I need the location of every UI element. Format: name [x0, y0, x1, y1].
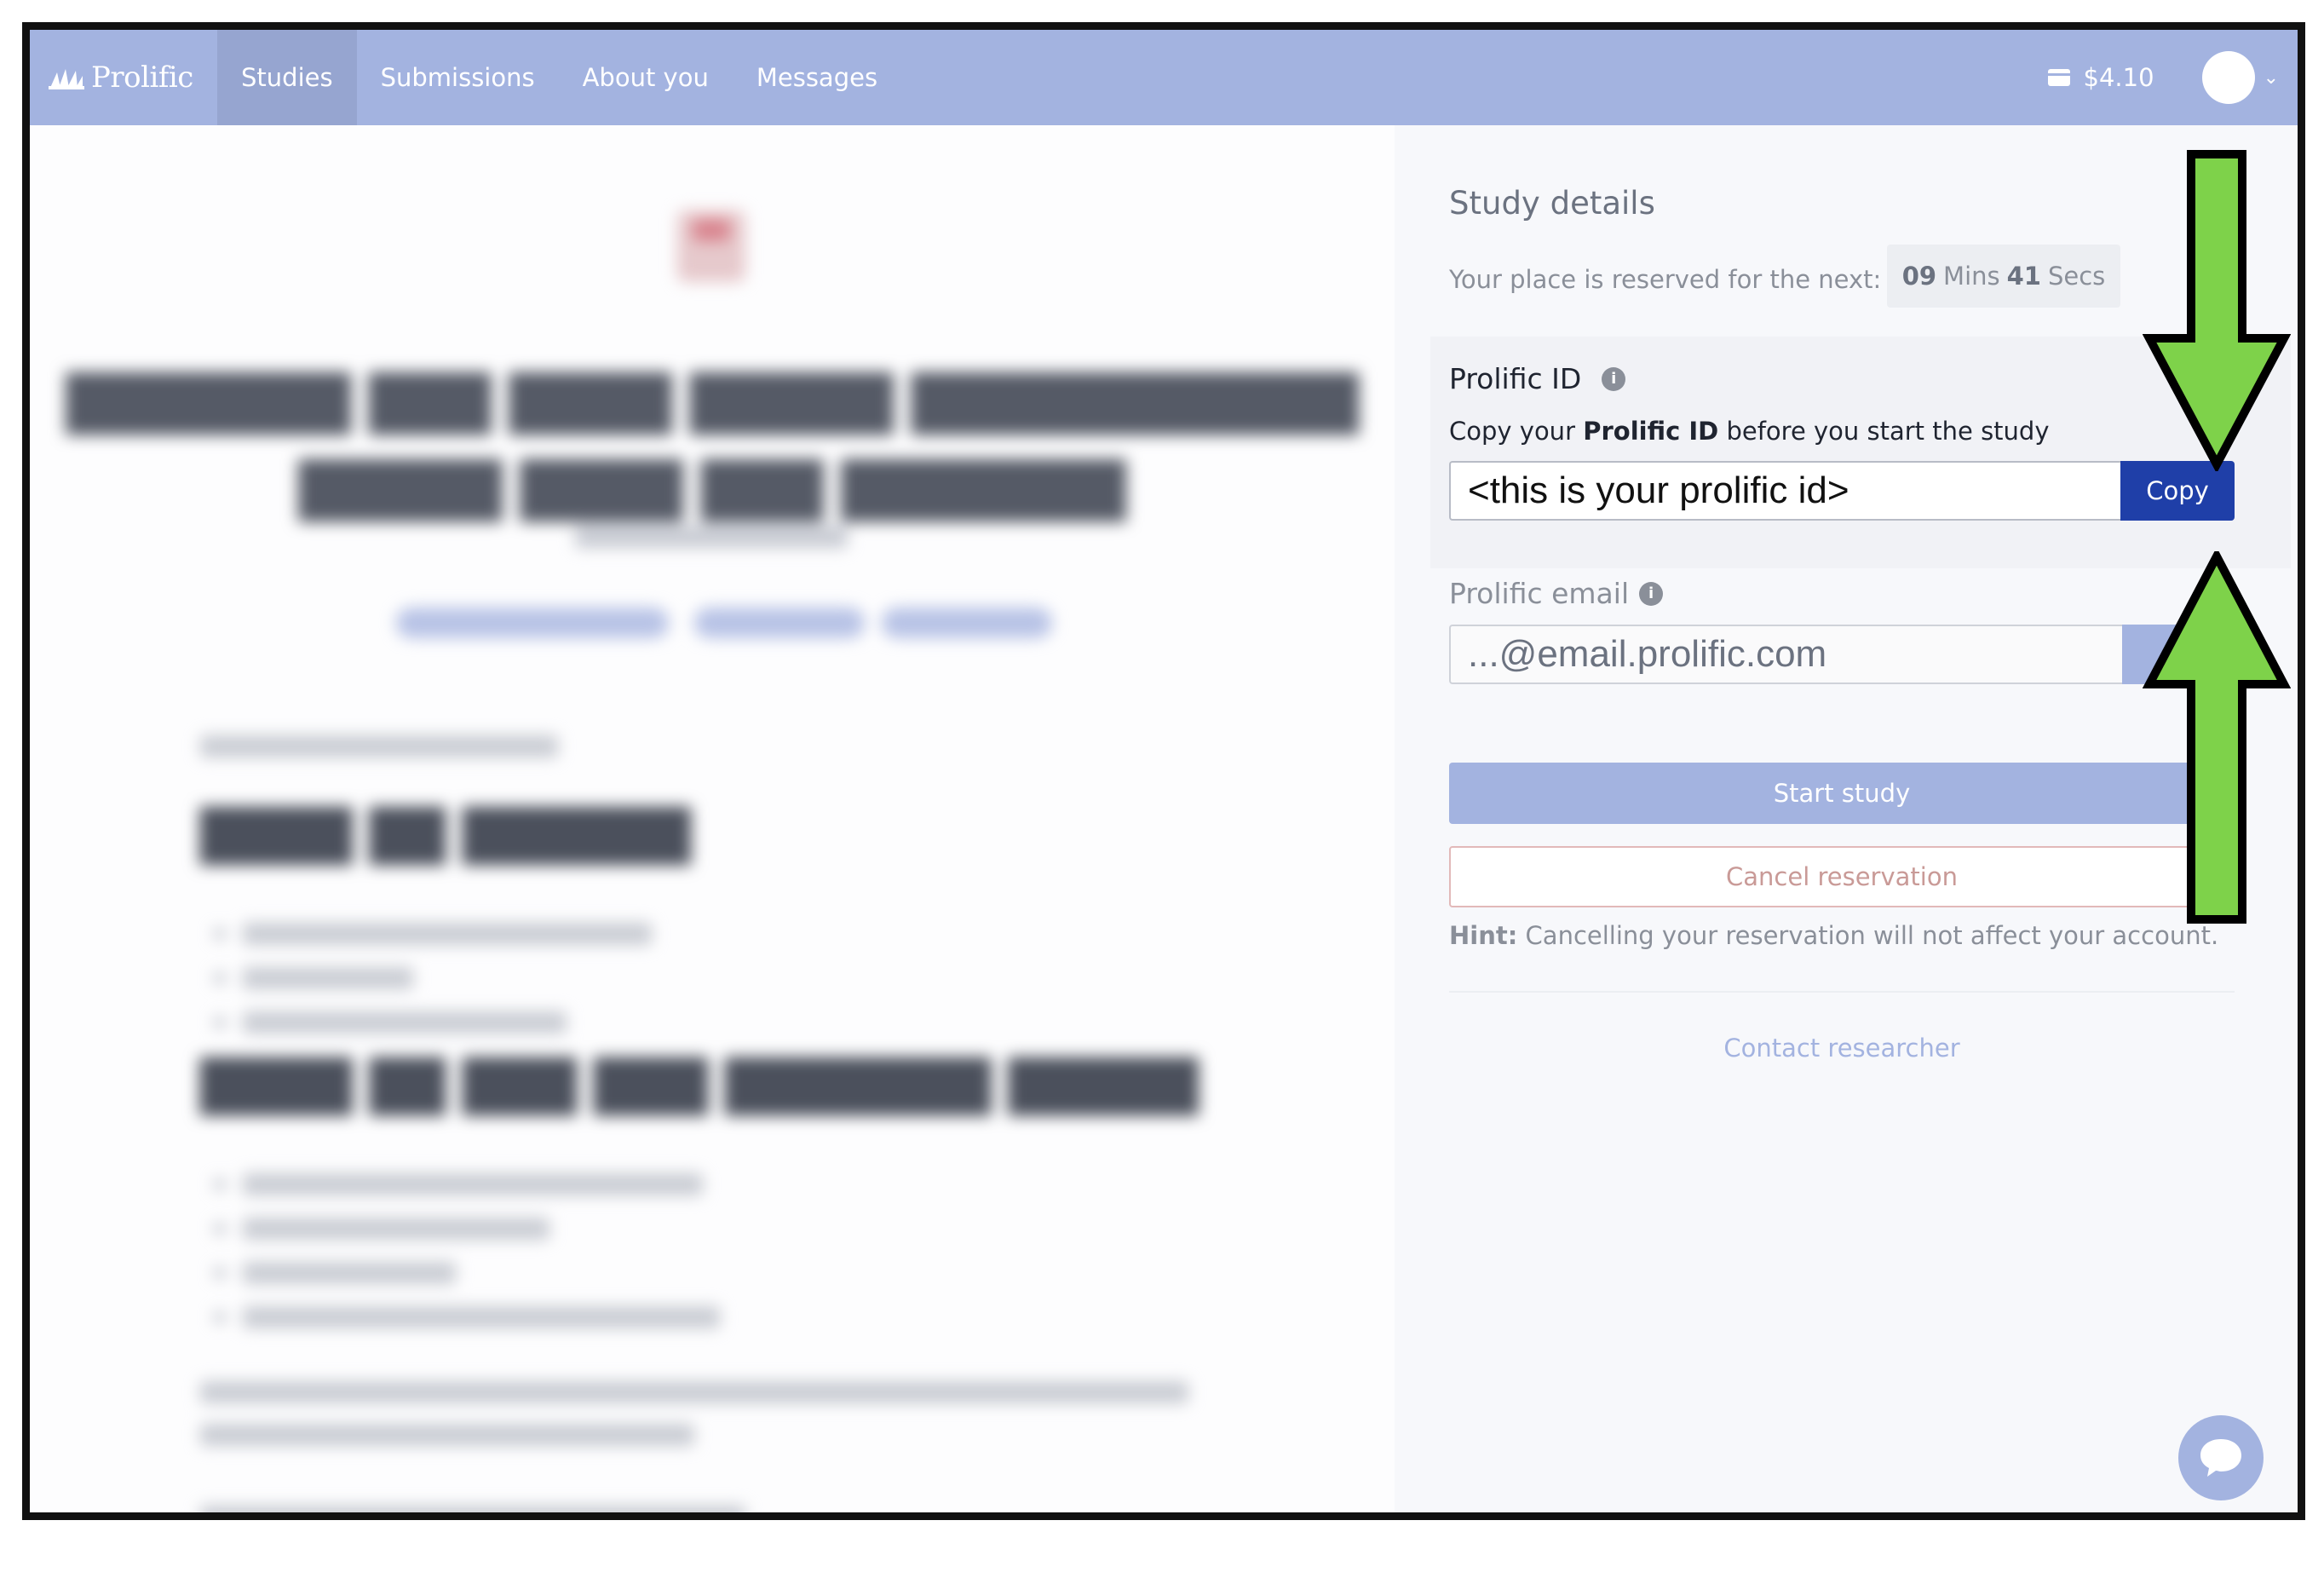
balance-amount: $4.10 — [2083, 63, 2154, 92]
chevron-down-icon[interactable]: ⌄ — [2264, 67, 2279, 89]
blurred-bullet — [214, 1267, 226, 1279]
prolific-id-label-text: Prolific ID — [1449, 362, 1582, 395]
nav-tab-submissions[interactable]: Submissions — [357, 30, 559, 125]
prolific-logo-icon — [49, 69, 84, 89]
blurred-line — [243, 923, 652, 945]
info-icon[interactable]: i — [1639, 581, 1664, 606]
brand-name: Prolific — [91, 60, 193, 95]
timer-seconds: 41 — [2006, 262, 2041, 291]
prolific-id-instructions: Copy your Prolific ID before you start t… — [1449, 417, 2050, 446]
hint-text: Cancelling your reservation will not aff… — [1525, 921, 2219, 950]
blurred-line — [243, 1262, 456, 1284]
blurred-line — [243, 1011, 567, 1034]
hint-label: Hint: — [1449, 921, 1518, 950]
blurred-line — [200, 1424, 694, 1446]
timer-seconds-unit: Secs — [2047, 262, 2106, 291]
wallet-icon — [2047, 69, 2070, 86]
blurred-line — [200, 1381, 1188, 1403]
blurred-bullet — [214, 972, 226, 984]
user-avatar[interactable] — [2201, 51, 2255, 104]
blurred-line — [243, 967, 413, 989]
blurred-line — [200, 1506, 745, 1512]
blurred-tag — [396, 608, 669, 638]
cancel-reservation-button[interactable]: Cancel reservation — [1449, 846, 2235, 907]
blurred-subtitle — [575, 526, 848, 548]
blurred-bullet — [214, 1016, 226, 1028]
prolific-email-field[interactable]: ...@email.prolific.com — [1449, 625, 2122, 684]
blurred-line — [243, 1218, 549, 1240]
copy-bold: Prolific ID — [1583, 417, 1719, 446]
reservation-timer: 09 Mins 41 Secs — [1887, 245, 2120, 308]
divider — [1449, 991, 2235, 993]
blurred-tag — [882, 608, 1052, 638]
start-study-button[interactable]: Start study — [1449, 763, 2235, 824]
blurred-bullet — [214, 1178, 226, 1190]
copy-prefix: Copy your — [1449, 417, 1575, 446]
blurred-line — [243, 1306, 720, 1328]
blurred-title-line: ███████ ███ ████ █████ ███████████ — [66, 372, 1359, 435]
blurred-heading: ████ ██ ███ ███ ███████ █████ — [200, 1057, 1199, 1115]
chat-button[interactable] — [2178, 1415, 2264, 1500]
nav-tab-studies[interactable]: Studies — [217, 30, 357, 125]
nav-right: $4.10 ⌄ — [2047, 30, 2298, 125]
top-nav: Prolific Studies Submissions About you M… — [30, 30, 2298, 125]
blurred-bullet — [214, 1311, 226, 1323]
timer-minutes-unit: Mins — [1943, 262, 2000, 291]
balance-display[interactable]: $4.10 — [2047, 63, 2154, 92]
screenshot-frame: Prolific Studies Submissions About you M… — [22, 22, 2305, 1520]
contact-researcher-link[interactable]: Contact researcher — [1449, 1034, 2235, 1063]
arrow-down-annotation — [2143, 150, 2291, 471]
blurred-heading: ████ ██ ██████ — [200, 807, 691, 865]
study-logo — [677, 210, 745, 282]
prolific-id-label: Prolific ID i — [1449, 362, 1626, 395]
cancel-hint: Hint: Cancelling your reservation will n… — [1449, 921, 2218, 950]
nav-tab-about-you[interactable]: About you — [559, 30, 733, 125]
brand-logo[interactable]: Prolific — [30, 30, 217, 125]
blurred-title-line: █████ ████ ███ ███████ — [298, 459, 1126, 521]
timer-minutes: 09 — [1901, 262, 1937, 291]
prolific-id-field[interactable]: <this is your prolific id> — [1449, 461, 2120, 521]
study-description-blurred: ███████ ███ ████ █████ ███████████ █████… — [30, 125, 1395, 1512]
blurred-line — [243, 1173, 703, 1195]
blurred-line — [200, 735, 558, 757]
nav-tab-messages[interactable]: Messages — [733, 30, 901, 125]
arrow-up-annotation — [2143, 551, 2291, 924]
copy-suffix: before you start the study — [1726, 417, 2050, 446]
prolific-email-label-text: Prolific email — [1449, 577, 1630, 610]
blurred-bullet — [214, 928, 226, 940]
blurred-tag — [694, 608, 865, 638]
study-details-title: Study details — [1449, 185, 1655, 222]
chat-bubble-icon — [2200, 1439, 2241, 1477]
prolific-email-label: Prolific email i — [1449, 577, 1664, 610]
info-icon[interactable]: i — [1602, 366, 1626, 391]
blurred-content: ███████ ███ ████ █████ ███████████ █████… — [30, 125, 1395, 1512]
blurred-bullet — [214, 1223, 226, 1235]
reservation-label: Your place is reserved for the next: — [1449, 265, 1882, 294]
